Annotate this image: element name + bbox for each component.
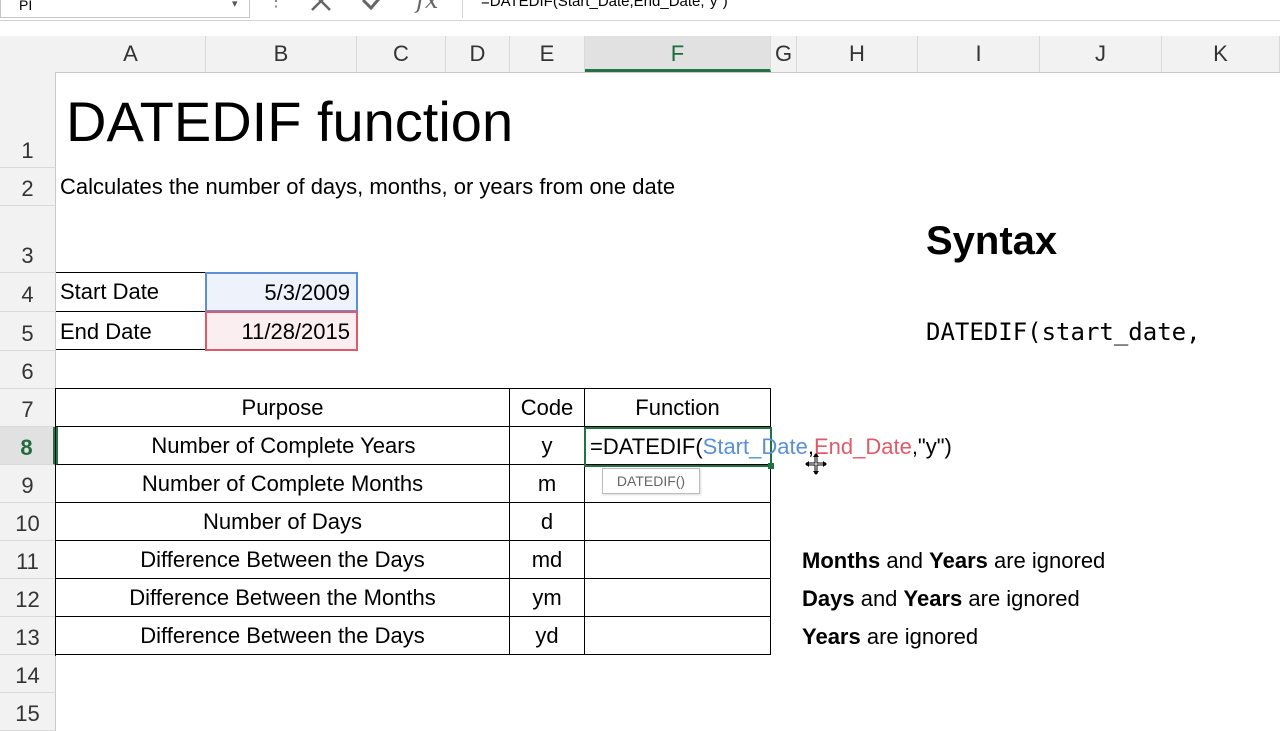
- row-header-4[interactable]: 4: [0, 273, 56, 312]
- column-header-d[interactable]: D: [446, 36, 510, 72]
- note-ym: Days and Years are ignored: [802, 586, 1080, 611]
- note-md: Months and Years are ignored: [802, 548, 1106, 573]
- function-cell[interactable]: [585, 579, 771, 617]
- column-header-e[interactable]: E: [510, 36, 585, 72]
- end-date-value: 11/28/2015: [241, 319, 350, 344]
- purpose-cell[interactable]: Difference Between the Days: [56, 617, 510, 655]
- column-header-b[interactable]: B: [206, 36, 357, 72]
- insert-function-icon[interactable]: fx: [416, 0, 438, 14]
- function-tooltip[interactable]: DATEDIF(): [602, 468, 700, 494]
- column-header-g[interactable]: G: [771, 36, 797, 72]
- divider: [56, 311, 206, 312]
- note-yd: Years are ignored: [802, 624, 979, 649]
- row-header-11[interactable]: 11: [0, 541, 56, 579]
- column-header-a[interactable]: A: [56, 36, 206, 72]
- purpose-cell[interactable]: Number of Complete Months: [56, 465, 510, 503]
- code-cell[interactable]: y: [510, 427, 585, 465]
- row-header-14[interactable]: 14: [0, 655, 56, 693]
- row-header-12[interactable]: 12: [0, 579, 56, 617]
- start-date-cell[interactable]: 5/3/2009: [205, 272, 358, 312]
- row-header-6[interactable]: 6: [0, 351, 56, 389]
- code-cell[interactable]: md: [510, 541, 585, 579]
- column-header-row: ABCDEFGHIJK: [0, 36, 1280, 73]
- function-cell[interactable]: [585, 617, 771, 655]
- row-header-2[interactable]: 2: [0, 168, 56, 206]
- syntax-heading: Syntax: [926, 219, 1058, 263]
- column-header-h[interactable]: H: [797, 36, 918, 72]
- sheet-title: DATEDIF function: [66, 90, 514, 153]
- code-header[interactable]: Code: [510, 389, 585, 427]
- check-icon[interactable]: [360, 0, 388, 14]
- start-date-label[interactable]: Start Date: [60, 279, 159, 305]
- column-header-k[interactable]: K: [1162, 36, 1280, 72]
- purpose-cell[interactable]: Number of Complete Years: [56, 427, 510, 465]
- function-header[interactable]: Function: [585, 389, 771, 427]
- row-header-7[interactable]: 7: [0, 389, 56, 427]
- formula-bar: PI ▾ ⋮ fx =DATEDIF(Start_Date,End_Date,"…: [0, 0, 1280, 21]
- editing-formula[interactable]: =DATEDIF(Start_Date,End_Date,"y"): [590, 434, 952, 460]
- name-box[interactable]: PI: [0, 0, 250, 18]
- grip-icon: ⋮: [268, 0, 284, 10]
- function-cell[interactable]: [585, 503, 771, 541]
- row-header-8[interactable]: 8: [0, 427, 56, 465]
- column-header-j[interactable]: J: [1040, 36, 1162, 72]
- end-date-cell[interactable]: 11/28/2015: [205, 311, 358, 351]
- chevron-down-icon[interactable]: ▾: [232, 0, 238, 14]
- syntax-code: DATEDIF(start_date,: [926, 318, 1201, 346]
- column-header-f[interactable]: F: [585, 36, 771, 72]
- row-header-10[interactable]: 10: [0, 503, 56, 541]
- purpose-cell[interactable]: Number of Days: [56, 503, 510, 541]
- formula-buttons: fx: [298, 0, 458, 18]
- formula-arg-start: Start_Date: [702, 434, 808, 459]
- code-cell[interactable]: yd: [510, 617, 585, 655]
- purpose-cell[interactable]: Difference Between the Months: [56, 579, 510, 617]
- purpose-header[interactable]: Purpose: [56, 389, 510, 427]
- formula-arg-end: End_Date: [813, 434, 912, 459]
- row-header-1[interactable]: 1: [0, 72, 56, 168]
- code-cell[interactable]: ym: [510, 579, 585, 617]
- fill-handle[interactable]: [768, 463, 774, 469]
- description-text: Calculates the number of days, months, o…: [60, 174, 676, 199]
- row-header-13[interactable]: 13: [0, 617, 56, 655]
- row-header-15[interactable]: 15: [0, 693, 56, 731]
- formula-prefix: =DATEDIF(: [590, 434, 703, 459]
- cancel-icon[interactable]: [308, 0, 336, 14]
- row-header-5[interactable]: 5: [0, 312, 56, 351]
- formula-input[interactable]: =DATEDIF(Start_Date,End_Date,"y"): [462, 0, 1280, 18]
- start-date-value: 5/3/2009: [264, 280, 350, 305]
- code-cell[interactable]: d: [510, 503, 585, 541]
- row-header-9[interactable]: 9: [0, 465, 56, 503]
- move-cursor-icon: [805, 453, 827, 475]
- row-header-3[interactable]: 3: [0, 206, 56, 273]
- end-date-label[interactable]: End Date: [60, 319, 152, 345]
- column-header-c[interactable]: C: [357, 36, 446, 72]
- function-cell[interactable]: [585, 541, 771, 579]
- code-cell[interactable]: m: [510, 465, 585, 503]
- column-header-i[interactable]: I: [918, 36, 1040, 72]
- formula-suffix: ,"y"): [911, 434, 952, 459]
- purpose-cell[interactable]: Difference Between the Days: [56, 541, 510, 579]
